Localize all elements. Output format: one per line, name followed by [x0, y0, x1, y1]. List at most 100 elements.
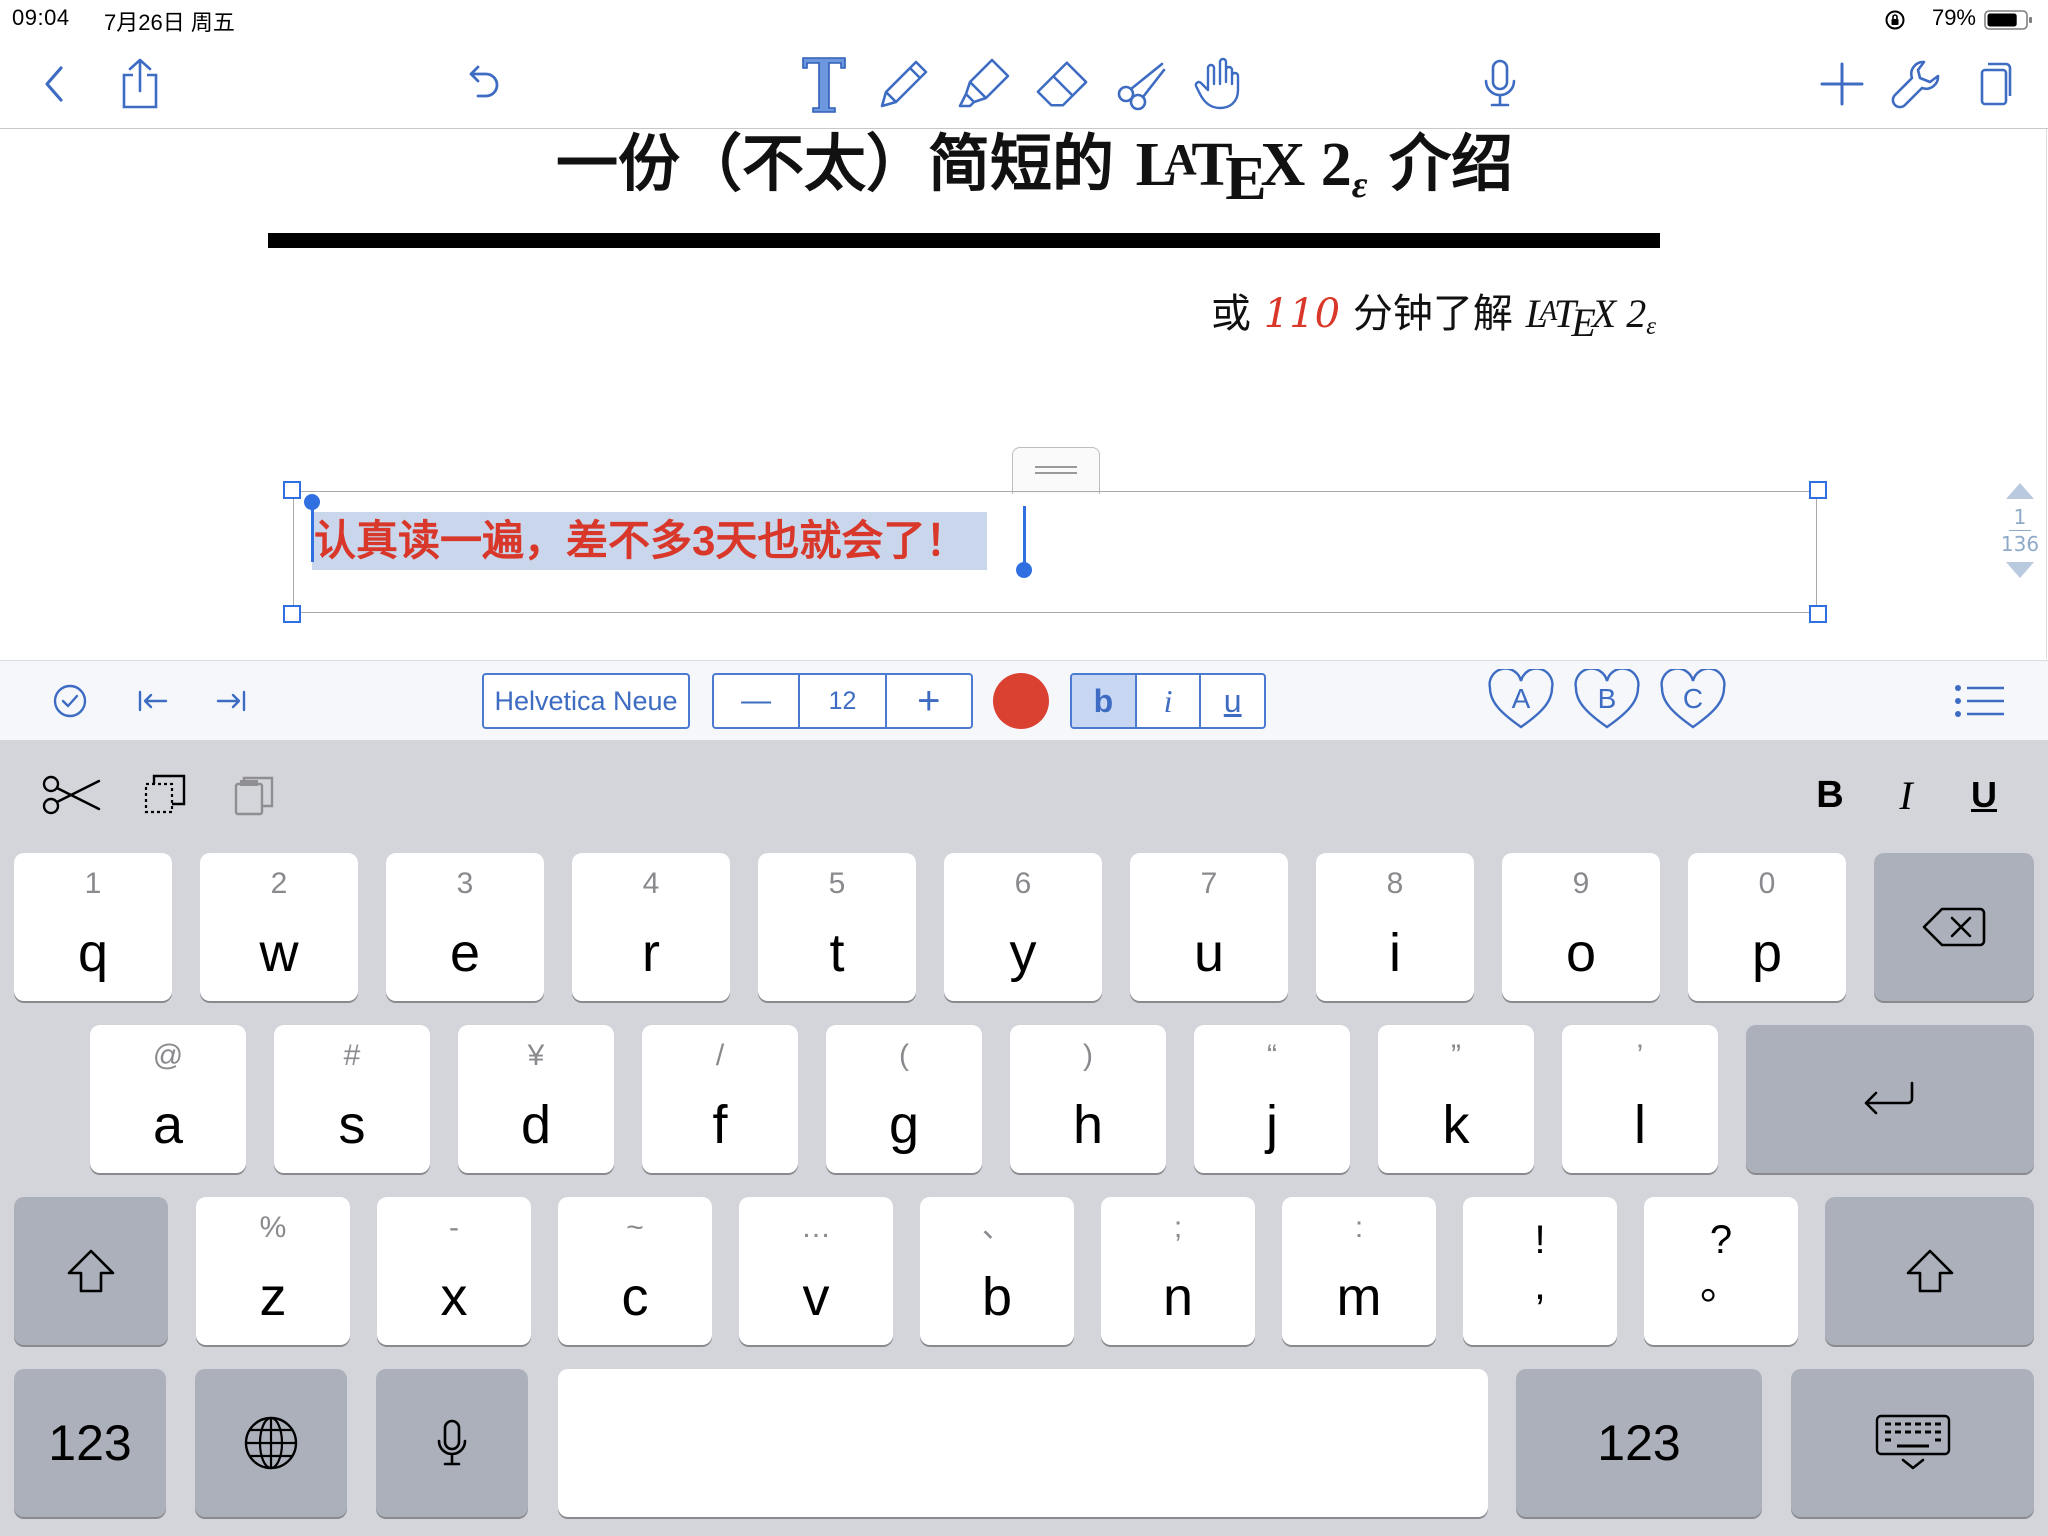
- font-size-value[interactable]: 12: [798, 675, 884, 727]
- key-symbol-bottom: 。: [1699, 1261, 1742, 1308]
- scissors-icon[interactable]: [1114, 40, 1170, 128]
- key-z[interactable]: % z: [196, 1197, 350, 1345]
- key-e[interactable]: 3e: [386, 853, 544, 1001]
- return-key[interactable]: [1746, 1025, 2034, 1173]
- shift-key-right[interactable]: [1825, 1197, 2034, 1345]
- key-x[interactable]: -x: [377, 1197, 531, 1345]
- eraser-icon[interactable]: [1034, 40, 1090, 128]
- copy-icon[interactable]: [130, 762, 200, 828]
- key-s[interactable]: # s: [274, 1025, 430, 1173]
- space-key[interactable]: [558, 1369, 1488, 1517]
- key-d[interactable]: ¥ d: [458, 1025, 614, 1173]
- textbox-selected-text[interactable]: 认真读一遍，差不多3天也就会了！: [312, 512, 988, 570]
- back-icon[interactable]: [26, 40, 82, 128]
- key-h[interactable]: ) h: [1010, 1025, 1166, 1173]
- favorite-style-c-button[interactable]: C: [1659, 669, 1727, 731]
- key-o[interactable]: 9o: [1502, 853, 1660, 1001]
- key-question-period[interactable]: ? 。: [1644, 1197, 1798, 1345]
- cut-icon[interactable]: [36, 762, 106, 828]
- numbers-key-left[interactable]: 123: [14, 1369, 166, 1517]
- move-to-start-icon[interactable]: [128, 661, 176, 741]
- key-f[interactable]: / f: [642, 1025, 798, 1173]
- space-label: [558, 1369, 1488, 1517]
- share-icon[interactable]: [112, 40, 168, 128]
- increase-font-size-button[interactable]: +: [884, 675, 971, 727]
- dismiss-keyboard-key[interactable]: [1791, 1369, 2034, 1517]
- microphone-icon[interactable]: [1472, 40, 1528, 128]
- key-t[interactable]: 5t: [758, 853, 916, 1001]
- favorite-label: A: [1511, 683, 1531, 714]
- pages-icon[interactable]: [1968, 40, 2024, 128]
- delete-key[interactable]: [1874, 853, 2034, 1001]
- italic-toggle[interactable]: i: [1134, 675, 1200, 727]
- key-hint: ~: [626, 1211, 644, 1244]
- key-j[interactable]: “j: [1194, 1025, 1350, 1173]
- key-u[interactable]: 7u: [1130, 853, 1288, 1001]
- key-i[interactable]: 8i: [1316, 853, 1474, 1001]
- status-bar: 09:04 7月26日 周五 79%: [0, 0, 2048, 40]
- key-r[interactable]: 4r: [572, 853, 730, 1001]
- key-c[interactable]: ~ c: [558, 1197, 712, 1345]
- keyboard-bold-button[interactable]: B: [1800, 762, 1860, 828]
- selection-start-cursor[interactable]: [311, 502, 314, 562]
- resize-handle[interactable]: [1809, 605, 1827, 623]
- pen-icon[interactable]: [876, 40, 932, 128]
- list-icon[interactable]: [1950, 661, 2010, 741]
- checkmark-icon[interactable]: [46, 661, 94, 741]
- text-tool-icon[interactable]: [796, 40, 852, 128]
- key-exclamation-comma[interactable]: ! ,: [1463, 1197, 1617, 1345]
- font-name-button[interactable]: Helvetica Neue: [482, 673, 690, 729]
- favorite-style-b-button[interactable]: B: [1573, 669, 1641, 731]
- shift-key-left[interactable]: [14, 1197, 168, 1345]
- text-color-button[interactable]: [993, 673, 1049, 729]
- key-b[interactable]: 、 b: [920, 1197, 1074, 1345]
- move-to-end-icon[interactable]: [208, 661, 256, 741]
- favorite-style-a-button[interactable]: A: [1487, 669, 1555, 731]
- dictation-key[interactable]: [376, 1369, 528, 1517]
- paste-icon[interactable]: [220, 762, 290, 828]
- key-y[interactable]: 6y: [944, 853, 1102, 1001]
- key-letter: u: [1193, 923, 1225, 983]
- textbox-drag-handle[interactable]: [1012, 447, 1100, 494]
- globe-key[interactable]: [195, 1369, 347, 1517]
- total-pages: 136: [2000, 532, 2040, 556]
- selection-start-handle[interactable]: [304, 494, 320, 510]
- add-icon[interactable]: [1814, 40, 1870, 128]
- key-w[interactable]: 2w: [200, 853, 358, 1001]
- font-size-stepper: — 12 +: [712, 673, 973, 729]
- document-page[interactable]: 一份（不太）简短的 LATEX 2ε 介绍 或 110 分钟了解 LATEX 2…: [0, 129, 2047, 659]
- key-g[interactable]: (g: [826, 1025, 982, 1173]
- key-p[interactable]: 0p: [1688, 853, 1846, 1001]
- key-l[interactable]: ’ l: [1562, 1025, 1718, 1173]
- page-up-icon[interactable]: [1998, 479, 2042, 505]
- rotation-lock-icon: [1884, 9, 1906, 31]
- text-box[interactable]: 认真读一遍，差不多3天也就会了！: [283, 481, 1827, 623]
- key-m[interactable]: :m: [1282, 1197, 1436, 1345]
- key-letter: y: [1009, 923, 1037, 983]
- key-k[interactable]: ” k: [1378, 1025, 1534, 1173]
- decrease-font-size-button[interactable]: —: [714, 675, 798, 727]
- format-bar: Helvetica Neue — 12 + b i u A B C: [0, 660, 2048, 741]
- numbers-key-right[interactable]: 123: [1516, 1369, 1762, 1517]
- resize-handle[interactable]: [1809, 481, 1827, 499]
- bold-toggle[interactable]: b: [1072, 675, 1135, 727]
- selection-end-handle[interactable]: [1016, 562, 1032, 578]
- keyboard-underline-button[interactable]: U: [1954, 762, 2014, 828]
- key-q[interactable]: 1q: [14, 853, 172, 1001]
- key-n[interactable]: ; n: [1101, 1197, 1255, 1345]
- wrench-icon[interactable]: [1888, 40, 1944, 128]
- hand-pointer-icon[interactable]: [1190, 40, 1246, 128]
- key-a[interactable]: @ a: [90, 1025, 246, 1173]
- resize-handle[interactable]: [283, 605, 301, 623]
- page-down-icon[interactable]: [1998, 556, 2042, 582]
- key-letter: h: [1072, 1095, 1104, 1155]
- undo-icon[interactable]: [454, 40, 510, 128]
- resize-handle[interactable]: [283, 481, 301, 499]
- title-prefix: 一份（不太）简短的: [556, 129, 1136, 200]
- highlighter-icon[interactable]: [956, 40, 1012, 128]
- key-letter: e: [449, 923, 481, 983]
- underline-toggle[interactable]: u: [1199, 675, 1264, 727]
- key-v[interactable]: … v: [739, 1197, 893, 1345]
- selection-end-cursor[interactable]: [1023, 506, 1026, 568]
- keyboard-italic-button[interactable]: I: [1876, 762, 1936, 828]
